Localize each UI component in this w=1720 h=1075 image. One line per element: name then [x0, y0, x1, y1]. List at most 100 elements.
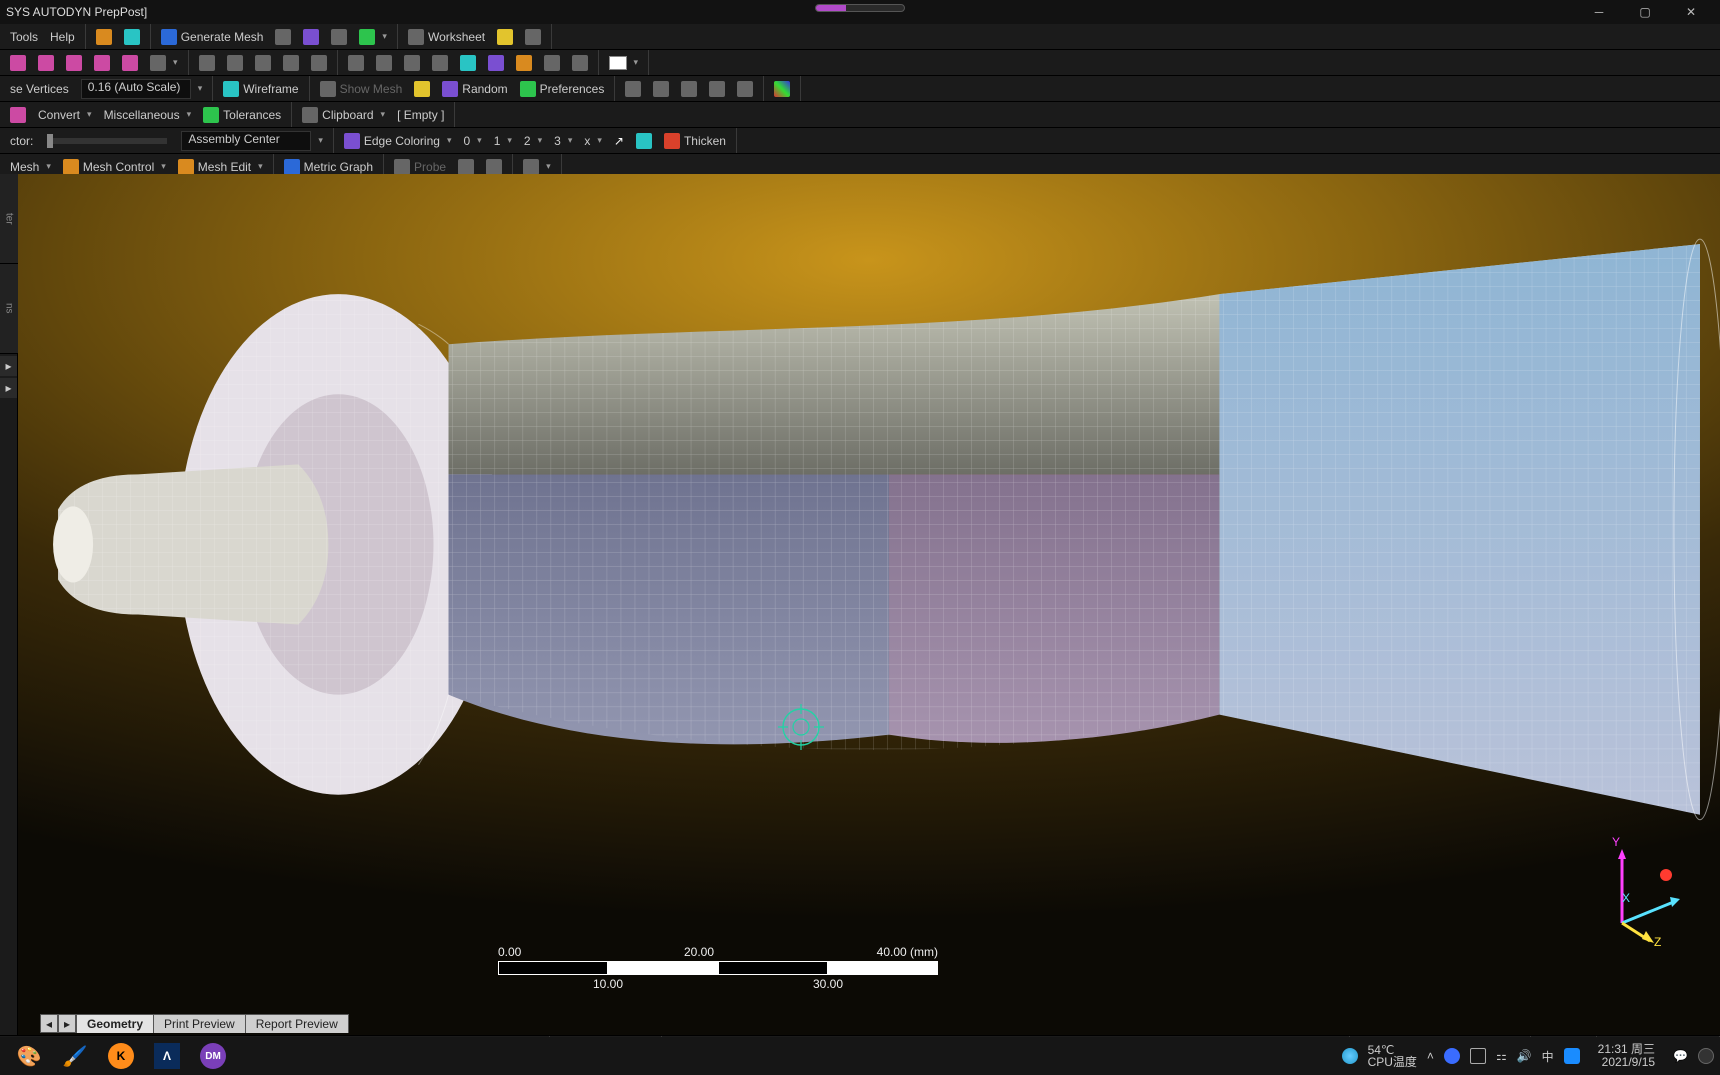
arrow-button[interactable]: ↗ — [608, 130, 630, 152]
iso-button[interactable] — [454, 52, 482, 74]
taskbar-app-palette[interactable]: 🎨 — [9, 1040, 49, 1072]
taskbar-app-k[interactable]: K — [101, 1040, 141, 1072]
view-btn-d[interactable] — [566, 52, 594, 74]
clipboard-button[interactable]: Clipboard — [296, 104, 391, 126]
cube-color-button[interactable] — [768, 78, 796, 100]
show-mesh-button[interactable]: Show Mesh — [314, 78, 409, 100]
edge-x[interactable]: x — [578, 130, 608, 152]
ctor-slider[interactable] — [47, 138, 167, 144]
tray-sync-icon[interactable] — [1444, 1048, 1460, 1064]
unknown-icon-2[interactable] — [118, 26, 146, 48]
random-label: Random — [462, 82, 507, 96]
edge-3[interactable]: 3 — [548, 130, 578, 152]
tab-geometry[interactable]: Geometry — [76, 1014, 154, 1033]
redo-button[interactable] — [221, 52, 249, 74]
taskbar-app-dm[interactable]: DM — [193, 1040, 233, 1072]
tray-pin-icon[interactable] — [1698, 1048, 1714, 1064]
unknown-icon-1[interactable] — [90, 26, 118, 48]
left-tab-a[interactable]: ter — [0, 174, 18, 264]
taskbar-app-paint[interactable]: 🖌️ — [55, 1040, 95, 1072]
undo-button[interactable] — [193, 52, 221, 74]
swatch-icon — [609, 56, 627, 70]
miscellaneous-button[interactable]: Miscellaneous — [98, 104, 198, 126]
info-icon-button[interactable] — [491, 26, 519, 48]
tab-report-preview[interactable]: Report Preview — [245, 1014, 349, 1033]
tray-s-icon[interactable] — [1564, 1048, 1580, 1064]
worksheet-button[interactable]: Worksheet — [402, 26, 491, 48]
edge-0[interactable]: 0 — [457, 130, 487, 152]
axis-btn-3[interactable] — [675, 78, 703, 100]
tray-clock[interactable]: 21:31 周三 2021/9/15 — [1590, 1043, 1663, 1069]
zoom-fit-button[interactable] — [249, 52, 277, 74]
zoom-all-button[interactable] — [370, 52, 398, 74]
edge-2[interactable]: 2 — [518, 130, 548, 152]
icon-btn-a[interactable] — [269, 26, 297, 48]
cube-color-icon — [774, 81, 790, 97]
star-icon — [414, 81, 430, 97]
menu-tools[interactable]: Tools — [4, 26, 44, 48]
tab-scroll-left[interactable]: ◂ — [40, 1014, 58, 1033]
axis-btn-5[interactable] — [731, 78, 759, 100]
weather-icon[interactable] — [1342, 1048, 1358, 1064]
tolerances-button[interactable]: Tolerances — [197, 104, 287, 126]
metric-graph-label: Metric Graph — [304, 160, 373, 174]
left-tab-b[interactable]: ns — [0, 264, 18, 354]
menu-help[interactable]: Help — [44, 26, 81, 48]
orientation-triad[interactable]: X Y Z — [1592, 835, 1682, 955]
tray-battery-icon[interactable] — [1470, 1048, 1486, 1064]
wireframe-button[interactable]: Wireframe — [217, 78, 304, 100]
zoom-out-button[interactable] — [305, 52, 333, 74]
tab-scroll-right[interactable]: ▸ — [58, 1014, 76, 1033]
icon-btn-b[interactable] — [297, 26, 325, 48]
thicken-button[interactable]: Thicken — [658, 130, 732, 152]
left-expand-1[interactable]: ▸ — [0, 356, 17, 376]
close-button[interactable]: ✕ — [1668, 0, 1714, 24]
view-btn-b[interactable] — [510, 52, 538, 74]
maximize-button[interactable]: ▢ — [1622, 0, 1668, 24]
zoom-prev-button[interactable] — [426, 52, 454, 74]
taskbar-app-ansys[interactable]: Λ — [147, 1040, 187, 1072]
convert-icon-btn[interactable] — [4, 104, 32, 126]
sel-btn-1[interactable] — [4, 52, 32, 74]
sel-btn-6[interactable] — [144, 52, 184, 74]
axis-btn-1[interactable] — [619, 78, 647, 100]
tab-print-preview[interactable]: Print Preview — [153, 1014, 246, 1033]
axis-btn-2[interactable] — [647, 78, 675, 100]
assembly-center-value[interactable]: Assembly Center — [181, 131, 311, 151]
zoom-box-button[interactable] — [342, 52, 370, 74]
generate-mesh-button[interactable]: Generate Mesh — [155, 26, 270, 48]
sel-btn-4[interactable] — [88, 52, 116, 74]
convert-button[interactable]: Convert — [32, 104, 98, 126]
axis-btn-4[interactable] — [703, 78, 731, 100]
sel-btn-5[interactable] — [116, 52, 144, 74]
sel-btn-3[interactable] — [60, 52, 88, 74]
scale-input[interactable]: 0.16 (Auto Scale) — [75, 78, 209, 100]
info-icon — [497, 29, 513, 45]
icon-btn-d[interactable] — [353, 26, 393, 48]
tray-ime-icon[interactable]: 中 — [1542, 1048, 1554, 1065]
edge-coloring-button[interactable]: Edge Coloring — [338, 130, 458, 152]
tray-volume-icon[interactable]: 🔊 — [1517, 1049, 1532, 1063]
color-swatch[interactable] — [603, 52, 645, 74]
tray-notifications-icon[interactable]: 💬 — [1673, 1049, 1688, 1063]
zoom-in-button[interactable] — [277, 52, 305, 74]
tray-wifi-icon[interactable]: ⚏ — [1496, 1049, 1507, 1063]
edge-1[interactable]: 1 — [488, 130, 518, 152]
scale-value[interactable]: 0.16 (Auto Scale) — [81, 79, 191, 99]
preferences-button[interactable]: Preferences — [514, 78, 611, 100]
view-btn-c[interactable] — [538, 52, 566, 74]
sel-btn-2[interactable] — [32, 52, 60, 74]
tray-chevron-icon[interactable]: ˄ — [1427, 1049, 1434, 1063]
view-btn-a[interactable] — [482, 52, 510, 74]
temp-widget[interactable]: 54℃ CPU温度 — [1368, 1044, 1417, 1068]
minimize-button[interactable]: ─ — [1576, 0, 1622, 24]
assembly-center-dropdown[interactable]: Assembly Center — [175, 130, 329, 152]
icon-btn-c[interactable] — [325, 26, 353, 48]
zoom-sel-button[interactable] — [398, 52, 426, 74]
random-star-button[interactable] — [408, 78, 436, 100]
viewport-3d[interactable]: 0.00 20.00 40.00 (mm) 10.00 30.00 — [18, 174, 1720, 1035]
random-button[interactable]: Random — [436, 78, 513, 100]
tag-icon-button[interactable] — [519, 26, 547, 48]
bars-button[interactable] — [630, 130, 658, 152]
left-expand-2[interactable]: ▸ — [0, 378, 17, 398]
